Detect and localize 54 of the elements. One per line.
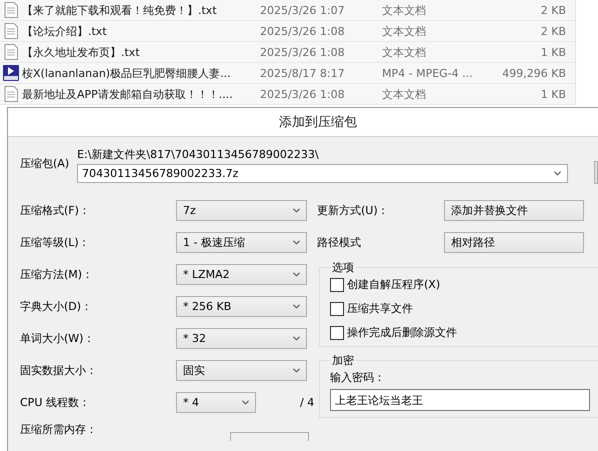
checkbox-option[interactable]: 压缩共享文件 (330, 301, 590, 316)
file-type: 文本文档 (382, 24, 427, 38)
file-type: 文本文档 (382, 2, 427, 18)
file-date: 2025/3/26 1:07 (260, 4, 346, 16)
dropdown[interactable]: 添加并替换文件 (444, 200, 584, 220)
archive-name-combo[interactable]: 70430113456789002233.7z (77, 164, 568, 183)
file-date: 2025/3/26 1:08 (260, 46, 346, 58)
file-date: 2025/8/17 8:17 (260, 66, 346, 80)
archive-label: 压缩包(A) (20, 156, 70, 171)
archive-path: E:\新建文件夹\817\70430113456789002233\ (77, 147, 320, 162)
field-label: 压缩等级(L)： (20, 234, 91, 250)
file-name[interactable]: 最新地址及APP请发邮箱自动获取！！！.... (22, 86, 260, 102)
checkbox[interactable] (330, 278, 344, 292)
file-name[interactable]: 【永久地址发布页】.txt (22, 44, 260, 60)
checkbox[interactable] (330, 326, 344, 340)
field-label: 更新方式(U)： (317, 202, 390, 218)
file-size: 1 KB (540, 88, 567, 100)
file-size: 1 KB (540, 46, 567, 58)
field-label: 压缩方法(M)： (20, 266, 94, 282)
field-label: CPU 线程数： (20, 394, 91, 410)
file-size: 499,296 KB (501, 66, 567, 80)
file-name[interactable]: 桉X(lananlanan)极品巨乳肥臀细腰人妻... (22, 66, 260, 80)
file-date: 2025/3/26 1:08 (260, 24, 346, 38)
file-name[interactable]: 【来了就能下载和观看！纯免费！】.txt (22, 2, 260, 18)
field-label: 压缩所需内存： (20, 422, 98, 436)
dropdown[interactable]: * 256 KB (176, 296, 307, 316)
checkbox-option[interactable]: 创建自解压程序(X) (330, 277, 590, 292)
checkbox[interactable] (330, 302, 344, 316)
file-type: MP4 - MPEG-4 ... (382, 66, 474, 80)
file-type: 文本文档 (382, 86, 427, 102)
group-title: 选项 (331, 260, 355, 275)
field-label: 压缩格式(F)： (20, 202, 91, 218)
window-title: 添加到压缩包 (279, 114, 357, 131)
checkbox-option[interactable]: 操作完成后删除源文件 (330, 325, 590, 340)
thread-max-label: / 4 (300, 396, 314, 408)
dropdown[interactable]: 1 - 极速压缩 (176, 232, 307, 252)
password-label: 输入密码： (330, 370, 386, 385)
field-label: 单词大小(W)： (20, 330, 96, 346)
dropdown[interactable]: 7z (176, 200, 307, 220)
dropdown[interactable]: * LZMA2 (176, 264, 307, 284)
file-name[interactable]: 【论坛介绍】.txt (22, 24, 260, 38)
dropdown[interactable]: * 32 (176, 328, 307, 348)
file-size: 2 KB (540, 4, 567, 16)
file-type: 文本文档 (382, 44, 427, 60)
file-date: 2025/3/26 1:08 (260, 88, 346, 100)
group-title: 加密 (331, 353, 355, 368)
field-label: 路径模式 (317, 234, 362, 250)
dropdown[interactable]: * 4 (176, 392, 256, 412)
file-size: 2 KB (540, 24, 567, 38)
field-label: 固实数据大小： (20, 362, 98, 378)
password-field[interactable]: 上老王论坛当老王 (330, 389, 590, 411)
dropdown[interactable]: 固实 (176, 360, 307, 380)
field-label: 字典大小(D)： (20, 298, 94, 314)
dropdown[interactable]: 相对路径 (444, 232, 584, 252)
